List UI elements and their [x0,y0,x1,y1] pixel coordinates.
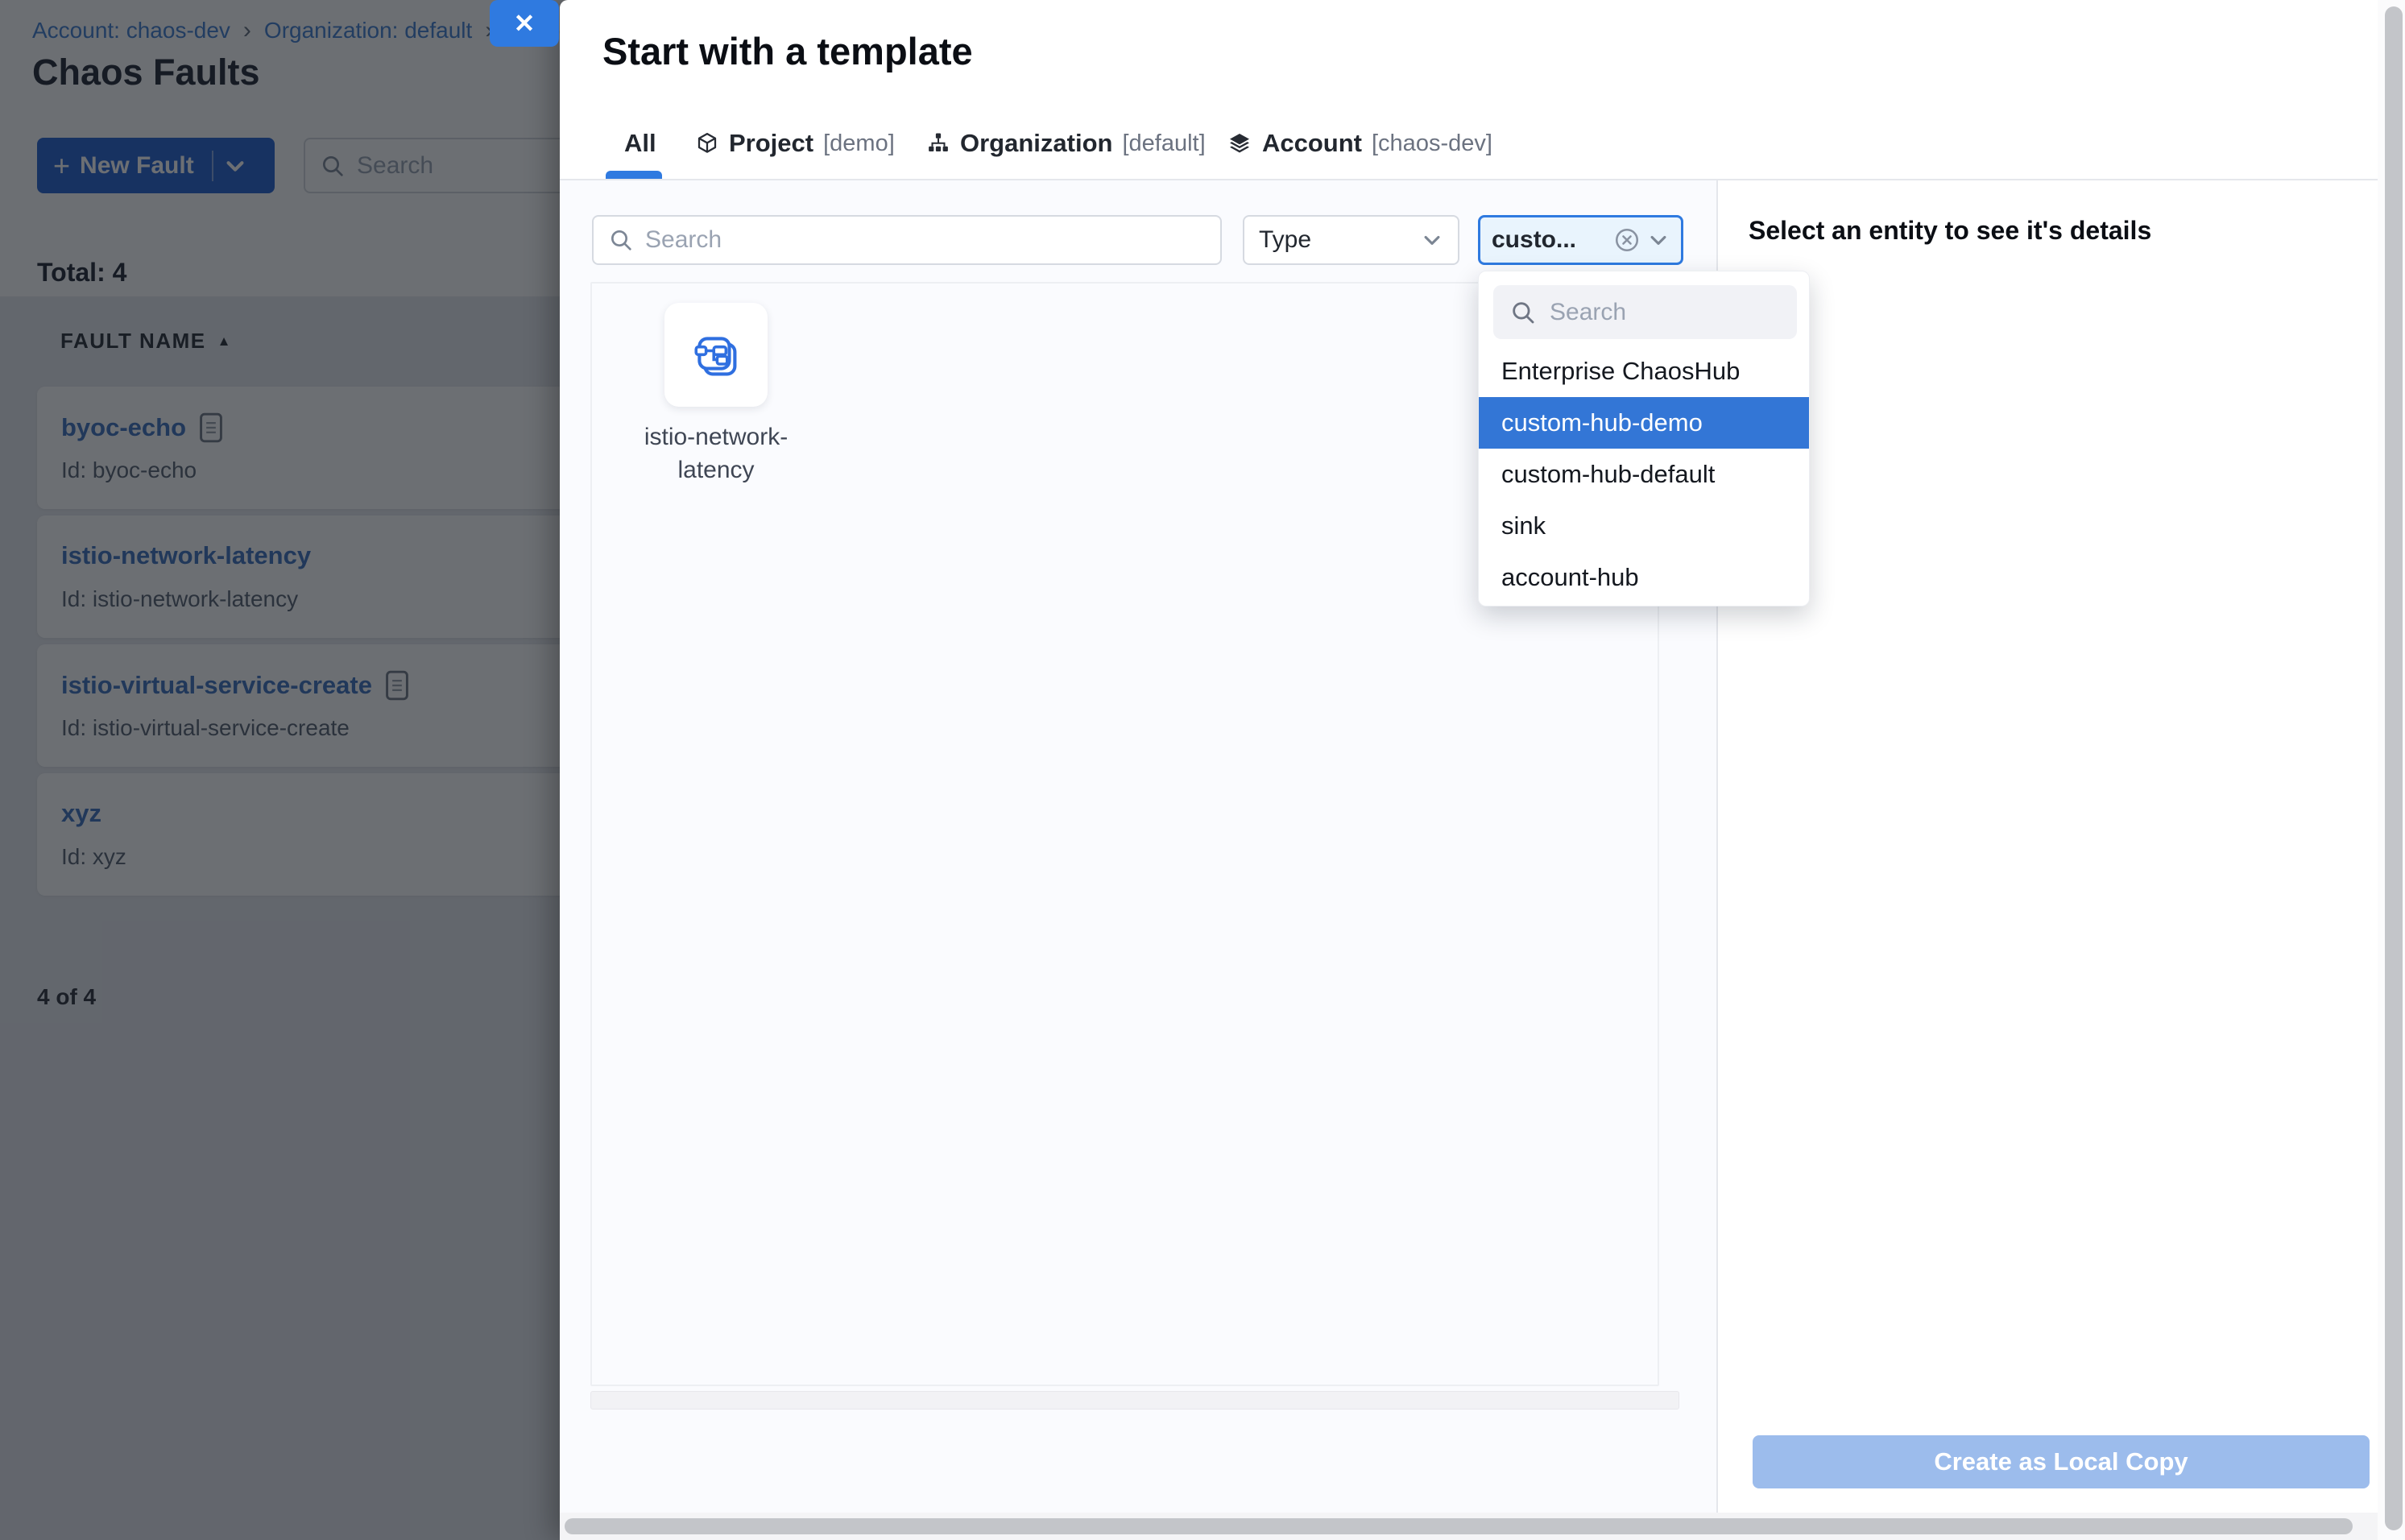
grid-horizontal-scrollbar[interactable] [590,1391,1679,1410]
tab-label: Account [1262,129,1362,158]
tab-label: All [624,129,656,158]
modal-close-button[interactable]: ✕ [490,0,559,47]
modal-title: Start with a template [602,29,973,73]
tab-label: Organization [960,129,1112,158]
tab-scope: [default] [1122,130,1205,157]
dropdown-search-input[interactable] [1550,299,1781,326]
chaoshub-filter-value: custo... [1492,226,1576,254]
type-filter-select[interactable]: Type [1243,215,1459,265]
chevron-down-icon [1647,229,1670,251]
layers-icon [1227,130,1252,156]
close-icon: ✕ [514,8,536,39]
dropdown-search-box [1493,285,1797,339]
template-search-box [592,215,1222,265]
dropdown-option-custom-hub-default[interactable]: custom-hub-default [1479,449,1810,500]
screen: Account: chaos-dev › Organization: defau… [0,0,2405,1540]
template-search-input[interactable] [645,226,1206,254]
tab-project[interactable]: Project [demo] [695,129,895,158]
create-as-local-copy-button[interactable]: Create as Local Copy [1753,1435,2370,1488]
tab-scope: [chaos-dev] [1372,130,1492,157]
dropdown-option-sink[interactable]: sink [1479,500,1810,552]
experiment-template-icon [689,329,743,382]
tab-organization[interactable]: Organization [default] [926,129,1206,158]
details-panel: Select an entity to see it's details [1718,180,2378,1513]
page-vertical-scrollbar-thumb[interactable] [2385,6,2403,1530]
search-icon [608,227,634,253]
dropdown-options-list: Enterprise ChaosHub custom-hub-demo cust… [1479,346,1810,603]
chaoshub-filter-select[interactable]: custo... [1478,215,1683,265]
chevron-down-icon [1421,229,1443,251]
page-vertical-scrollbar-track [2378,0,2405,1540]
tab-label: Project [729,129,813,158]
cube-icon [695,131,719,155]
active-tab-indicator [606,171,662,179]
details-empty-message: Select an entity to see it's details [1749,216,2151,246]
type-filter-value: Type [1259,226,1311,254]
org-tree-icon [926,131,950,155]
dropdown-option-custom-hub-demo[interactable]: custom-hub-demo [1479,397,1810,449]
modal-horizontal-scrollbar-thumb[interactable] [565,1518,2353,1534]
modal-horizontal-scrollbar-track [560,1513,2378,1540]
create-button-label: Create as Local Copy [1934,1447,2188,1476]
template-card-istio-network-latency[interactable] [664,303,768,407]
chaoshub-dropdown-menu: Enterprise ChaosHub custom-hub-demo cust… [1478,271,1810,606]
start-with-template-modal: Start with a template All Project [demo]… [560,0,2378,1540]
tab-scope: [demo] [823,130,895,157]
template-card-label: istio-network-latency [608,420,824,486]
clear-filter-icon[interactable] [1613,226,1641,254]
dropdown-option-enterprise-chaoshub[interactable]: Enterprise ChaosHub [1479,346,1810,397]
tab-account[interactable]: Account [chaos-dev] [1227,129,1492,158]
search-icon [1509,299,1537,326]
tab-all[interactable]: All [624,129,656,158]
dropdown-option-account-hub[interactable]: account-hub [1479,552,1810,603]
